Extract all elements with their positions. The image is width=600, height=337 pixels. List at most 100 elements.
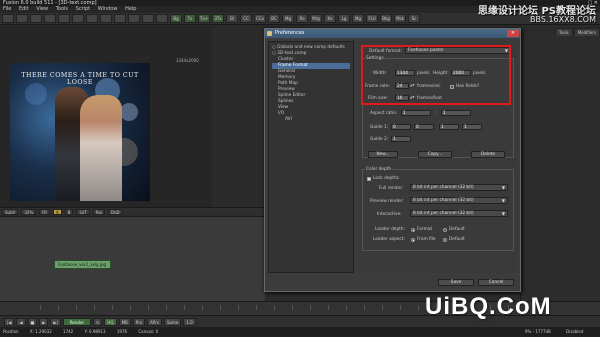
tool-3dtext-button[interactable]: 3Tx bbox=[212, 14, 224, 23]
tool-mg-button[interactable]: Mg bbox=[282, 14, 294, 23]
mb-toggle[interactable]: MB bbox=[118, 317, 131, 326]
toolbar-button[interactable] bbox=[58, 14, 70, 23]
toolbar-button[interactable] bbox=[2, 14, 14, 23]
lock-depths-checkbox[interactable] bbox=[367, 177, 371, 181]
guide1-input[interactable]: 1 bbox=[462, 124, 482, 130]
interactive-select[interactable]: 8 bit int per channel (32 bit) ▼ bbox=[410, 210, 508, 217]
flow-editor[interactable] bbox=[0, 216, 265, 301]
tool-cc-button[interactable]: CC bbox=[240, 14, 252, 23]
loader-depth-default: Default bbox=[449, 227, 465, 232]
toolbar-button[interactable] bbox=[44, 14, 56, 23]
buffer-a-button[interactable]: A bbox=[52, 208, 62, 215]
menu-file[interactable]: File bbox=[3, 6, 11, 12]
guide1-input[interactable]: 1 bbox=[439, 124, 459, 130]
hq-toggle[interactable]: HQ bbox=[104, 317, 117, 326]
tool-sc-button[interactable]: Sc bbox=[408, 14, 420, 23]
cancel-button[interactable]: Cancel bbox=[478, 279, 514, 286]
dod-button[interactable]: DoD bbox=[108, 208, 123, 215]
tool-mg2-button[interactable]: Mg bbox=[352, 14, 364, 23]
lut-button[interactable]: LUT bbox=[76, 208, 90, 215]
toolbar-button[interactable] bbox=[16, 14, 28, 23]
viewer-resolution: 1344x2000 bbox=[176, 58, 199, 63]
loader-depth-default-radio[interactable] bbox=[443, 228, 447, 232]
tool-ro-button[interactable]: Ro bbox=[296, 14, 308, 23]
preferences-icon bbox=[267, 31, 272, 36]
guide1-input[interactable]: 0 bbox=[414, 124, 434, 130]
fit-button[interactable]: Fit bbox=[39, 208, 50, 215]
prx-toggle[interactable]: Prx bbox=[132, 317, 146, 326]
aprx-toggle[interactable]: APrx bbox=[147, 317, 163, 326]
aspect-x-input[interactable]: 1 bbox=[401, 110, 431, 116]
guide2-input[interactable]: 1 bbox=[391, 136, 411, 142]
full-render-select[interactable]: 8 bit int per channel (32 bit) ▼ bbox=[410, 184, 508, 191]
toolbar-button[interactable] bbox=[30, 14, 42, 23]
highlight-annotation bbox=[361, 45, 511, 105]
loader-depth-format-radio[interactable] bbox=[411, 228, 415, 232]
interactive-label: Interactive: bbox=[377, 212, 402, 217]
loader-node[interactable]: Footloose_ver2_xxlg.jpg bbox=[54, 260, 111, 269]
copy-format-button[interactable]: Copy... bbox=[418, 151, 452, 158]
close-icon[interactable]: ✕ bbox=[507, 30, 519, 37]
chevron-down-icon: ▼ bbox=[501, 185, 505, 190]
go-start-button[interactable]: |◀ bbox=[4, 317, 15, 326]
dialog-titlebar: Preferences ✕ bbox=[265, 29, 520, 38]
loader-aspect-fromfile-radio[interactable] bbox=[411, 238, 415, 242]
toolbar-button[interactable] bbox=[86, 14, 98, 23]
loader-aspect-default: Default bbox=[449, 237, 465, 242]
tool-bkg-button[interactable]: Bkg bbox=[380, 14, 392, 23]
toolbar-button[interactable] bbox=[156, 14, 168, 23]
aspect-y-input[interactable]: 1 bbox=[441, 110, 471, 116]
frame-field[interactable]: 1.0 bbox=[183, 317, 196, 326]
preview-render-select[interactable]: 8 bit int per channel (32 bit) ▼ bbox=[410, 197, 508, 204]
buffer-b-button[interactable]: B bbox=[64, 208, 74, 215]
menu-script[interactable]: Script bbox=[76, 6, 91, 12]
play-reverse-button[interactable]: ◀ bbox=[16, 317, 26, 326]
render-button[interactable]: Render bbox=[62, 317, 92, 326]
tool-cco-button[interactable]: CCo bbox=[254, 14, 266, 23]
full-render-label: Full render: bbox=[379, 186, 404, 191]
guide1-label: Guide 1: bbox=[370, 125, 389, 130]
tool-text-button[interactable]: Tx bbox=[184, 14, 196, 23]
chevron-down-icon: ▼ bbox=[501, 198, 505, 203]
toolbar-button[interactable] bbox=[72, 14, 84, 23]
menu-view[interactable]: View bbox=[36, 6, 48, 12]
play-button[interactable]: ▶ bbox=[39, 317, 49, 326]
tree-item-avi[interactable]: AVI bbox=[272, 117, 350, 123]
menu-help[interactable]: Help bbox=[125, 6, 136, 12]
subview-button[interactable]: SubV bbox=[2, 208, 19, 215]
watermark-cn: 思缘设计论坛 bbox=[477, 6, 538, 17]
delete-format-button[interactable]: Delete bbox=[471, 151, 505, 158]
menu-edit[interactable]: Edit bbox=[19, 6, 29, 12]
toolbar-button[interactable] bbox=[114, 14, 126, 23]
toolbar-button[interactable] bbox=[128, 14, 140, 23]
go-end-button[interactable]: ▶| bbox=[50, 317, 61, 326]
new-format-button[interactable]: New... bbox=[368, 151, 398, 158]
tool-textplus-button[interactable]: Tx+ bbox=[198, 14, 210, 23]
zoom-select[interactable]: 32% bbox=[21, 208, 37, 215]
loader-aspect-default-radio[interactable] bbox=[443, 238, 447, 242]
toolbar-button[interactable] bbox=[100, 14, 112, 23]
tool-ke-button[interactable]: Ke bbox=[324, 14, 336, 23]
guide1-input[interactable]: 0 bbox=[391, 124, 411, 130]
toolbar-button[interactable] bbox=[142, 14, 154, 23]
tool-lg-button[interactable]: Lg bbox=[338, 14, 350, 23]
status-y: Y: 0.98913 bbox=[84, 329, 106, 334]
tool-flu-button[interactable]: FLU bbox=[366, 14, 378, 23]
loader-depth-label: Loader depth: bbox=[375, 227, 406, 232]
tool-mrg-button[interactable]: Mrg bbox=[310, 14, 322, 23]
tool-msk-button[interactable]: Msk bbox=[394, 14, 406, 23]
stop-button[interactable]: ■ bbox=[27, 317, 38, 326]
loop-button[interactable]: ↻ bbox=[93, 317, 103, 326]
roi-button[interactable]: Roi bbox=[92, 208, 106, 215]
menu-tools[interactable]: Tools bbox=[56, 6, 68, 12]
status-state: Disabled bbox=[566, 329, 584, 334]
bokeh-light bbox=[25, 83, 47, 105]
menu-window[interactable]: Window bbox=[98, 6, 118, 12]
tool-blur-button[interactable]: Bl bbox=[226, 14, 238, 23]
save-button[interactable]: Save bbox=[438, 279, 474, 286]
tool-bg-button[interactable]: Bg bbox=[170, 14, 182, 23]
status-value1: 1742 bbox=[63, 329, 74, 334]
some-toggle[interactable]: Some bbox=[164, 317, 182, 326]
loader-aspect-label: Loader aspect: bbox=[373, 237, 405, 242]
tool-bc-button[interactable]: BC bbox=[268, 14, 280, 23]
